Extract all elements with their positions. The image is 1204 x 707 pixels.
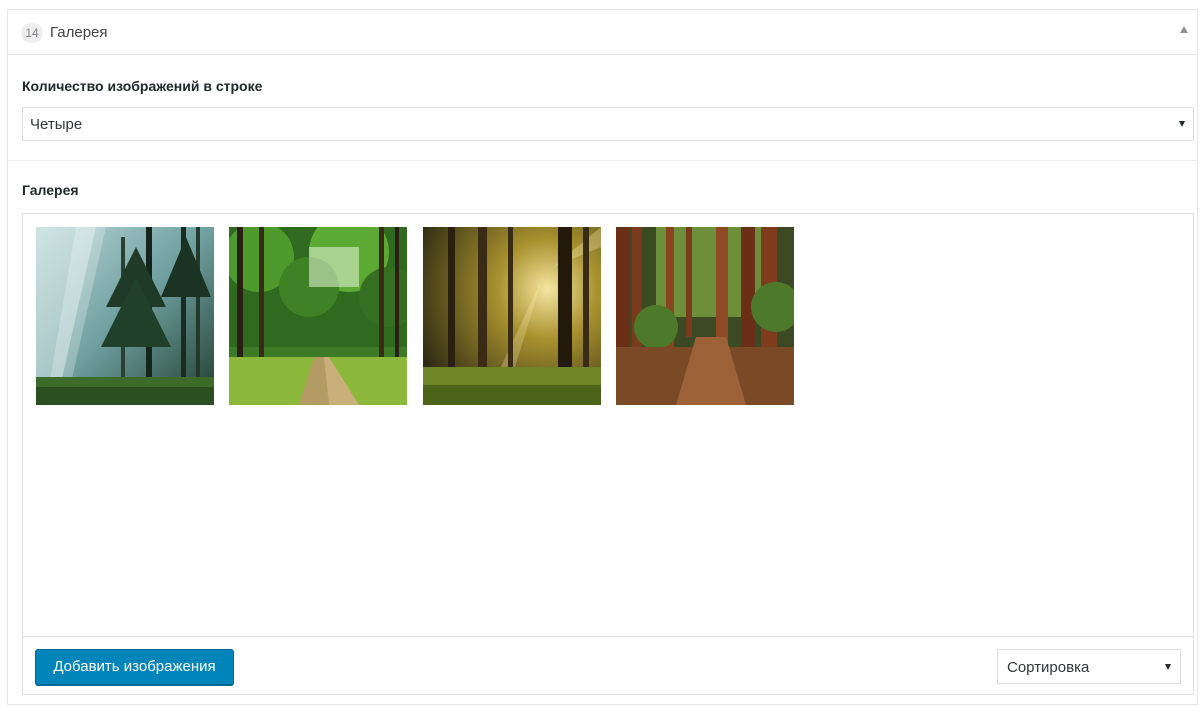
columns-label: Количество изображений в строке: [22, 78, 263, 94]
sort-select-value: Сортировка: [1007, 659, 1090, 676]
sort-select[interactable]: Сортировка: [997, 649, 1181, 684]
forest-image-path: [229, 227, 407, 405]
columns-select[interactable]: Четыре: [22, 107, 1194, 141]
collapse-arrow-icon[interactable]: [1180, 26, 1188, 33]
gallery-box: Добавить изображения Сортировка: [22, 213, 1194, 695]
gallery-label: Галерея: [22, 182, 79, 198]
gallery-image-1[interactable]: [36, 227, 214, 405]
forest-image-redwood: [616, 227, 794, 405]
gallery-grid: [36, 227, 1186, 407]
columns-select-value: Четыре: [30, 116, 83, 133]
gallery-image-3[interactable]: [423, 227, 601, 405]
gallery-panel: 14 Галерея Количество изображений в стро…: [7, 9, 1198, 705]
add-images-button[interactable]: Добавить изображения: [35, 649, 234, 685]
forest-image-misty: [36, 227, 214, 405]
panel-header[interactable]: 14 Галерея: [8, 10, 1197, 55]
chevron-down-icon: [1179, 121, 1185, 127]
gallery-image-4[interactable]: [616, 227, 794, 405]
gallery-toolbar: Добавить изображения Сортировка: [23, 636, 1193, 694]
divider: [8, 160, 1197, 161]
chevron-down-icon: [1165, 664, 1171, 670]
forest-image-sunlit: [423, 227, 601, 405]
gallery-image-2[interactable]: [229, 227, 407, 405]
panel-title: Галерея: [50, 24, 108, 41]
order-badge: 14: [21, 23, 43, 43]
